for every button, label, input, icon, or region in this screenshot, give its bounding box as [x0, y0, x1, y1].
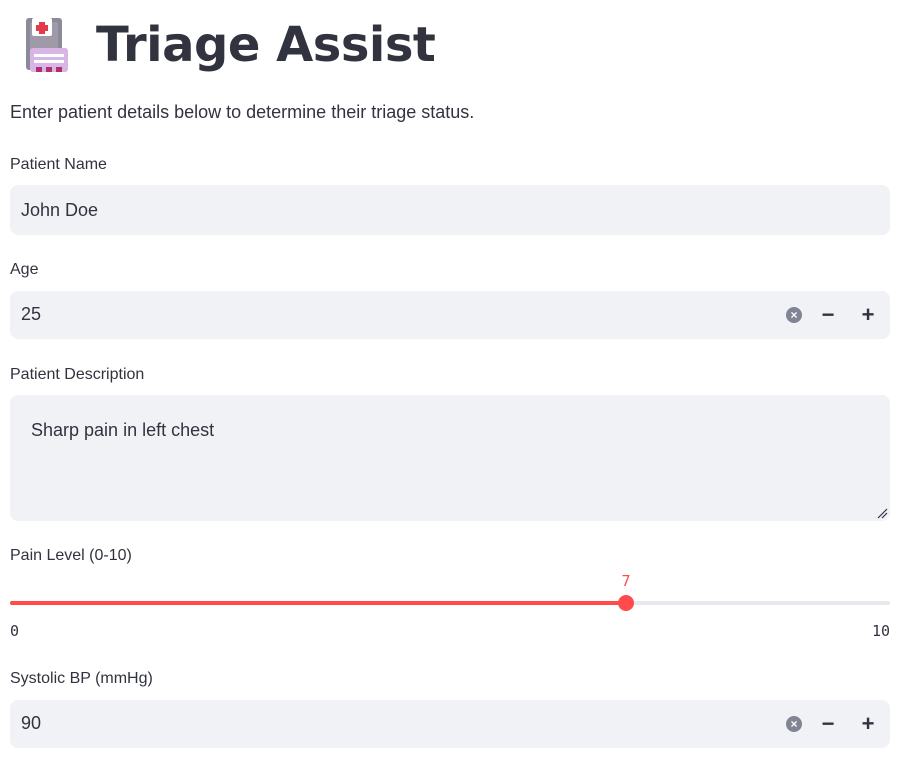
intro-text: Enter patient details below to determine… — [10, 102, 475, 122]
patient-name-value: John Doe — [21, 200, 99, 220]
systolic-bp-value: 90 — [21, 713, 42, 733]
age-label: Age — [10, 261, 39, 278]
pain-level-thumb[interactable] — [618, 595, 634, 611]
patient-description-value: Sharp pain in left chest — [31, 420, 215, 440]
page-title: Triage Assist — [96, 17, 436, 73]
pain-level-min: 0 — [10, 622, 20, 640]
patient-description-label: Patient Description — [10, 366, 145, 383]
systolic-bp-increment-button[interactable]: + — [853, 709, 883, 739]
pain-level-fill — [10, 601, 626, 605]
page-header: Triage Assist — [22, 14, 436, 76]
age-value: 25 — [21, 304, 42, 324]
pain-level-max: 10 — [871, 622, 890, 640]
pain-level-label: Pain Level (0-10) — [10, 547, 132, 564]
patient-description-textarea[interactable]: Sharp pain in left chest — [10, 395, 890, 521]
pain-level-value: 7 — [621, 572, 631, 590]
age-increment-button[interactable]: + — [853, 300, 883, 330]
pain-level-slider[interactable] — [10, 595, 890, 611]
age-input[interactable]: 25 × − + — [10, 291, 890, 339]
patient-name-input[interactable]: John Doe — [10, 185, 890, 235]
clear-icon[interactable]: × — [786, 307, 802, 323]
systolic-bp-input[interactable]: 90 × − + — [10, 700, 890, 748]
systolic-bp-decrement-button[interactable]: − — [813, 709, 843, 739]
systolic-bp-label: Systolic BP (mmHg) — [10, 670, 153, 687]
patient-name-label: Patient Name — [10, 156, 107, 173]
resize-grip-icon[interactable] — [876, 507, 888, 519]
age-decrement-button[interactable]: − — [813, 300, 843, 330]
clear-icon[interactable]: × — [786, 716, 802, 732]
medical-clipboard-icon — [22, 16, 76, 74]
